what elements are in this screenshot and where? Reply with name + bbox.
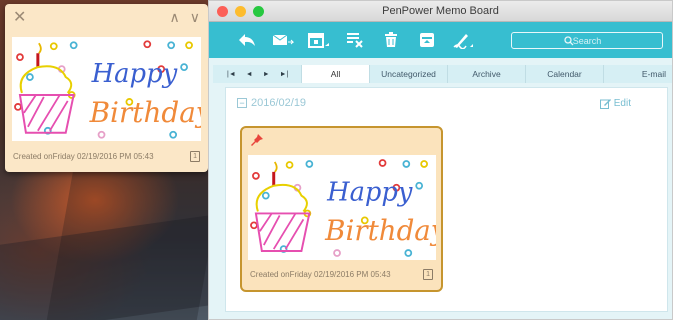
window-title: PenPower Memo Board bbox=[382, 5, 499, 17]
mail-send-icon bbox=[272, 34, 294, 45]
prev-page-icon[interactable]: ◄ bbox=[246, 71, 253, 78]
trash-icon bbox=[385, 32, 397, 47]
calendar-icon bbox=[308, 33, 329, 48]
clear-format-button[interactable] bbox=[337, 27, 373, 53]
birthday-drawing: Happy Birthday! bbox=[14, 40, 201, 139]
archive-box-icon bbox=[420, 33, 434, 47]
memo-panel: − 2016/02/19 Edit Happy Birthda Created … bbox=[225, 87, 668, 312]
tab-archive[interactable]: Archive bbox=[447, 65, 525, 83]
mountain-face bbox=[46, 170, 224, 320]
birthday-drawing: Happy Birthday! bbox=[250, 159, 436, 257]
memo-created-label: Created onFriday 02/19/2016 PM 05:43 bbox=[250, 270, 391, 279]
pin-icon[interactable] bbox=[251, 134, 263, 146]
pen-icon bbox=[453, 34, 473, 49]
group-date: 2016/02/19 bbox=[251, 97, 307, 109]
back-button[interactable] bbox=[229, 27, 265, 53]
floating-memo-titlebar[interactable]: ✕ ∧ ∨ bbox=[5, 4, 208, 30]
last-page-icon[interactable]: ►| bbox=[280, 71, 289, 78]
collapse-icon[interactable]: ∧ bbox=[170, 9, 180, 26]
main-window: PenPower Memo Board |◄ ◄ bbox=[208, 0, 673, 320]
toolbar bbox=[209, 22, 672, 58]
archive-button[interactable] bbox=[409, 27, 445, 53]
memo-drawing[interactable]: Happy Birthday! bbox=[12, 37, 201, 141]
tab-uncategorized[interactable]: Uncategorized bbox=[369, 65, 447, 83]
svg-text:Birthday!: Birthday! bbox=[324, 214, 436, 247]
delete-button[interactable] bbox=[373, 27, 409, 53]
collapse-group-button[interactable]: − bbox=[237, 98, 247, 108]
reply-arrow-icon bbox=[239, 34, 255, 46]
edit-icon bbox=[599, 99, 611, 109]
edit-button[interactable]: Edit bbox=[599, 98, 631, 109]
list-clear-icon bbox=[347, 33, 363, 48]
calendar-button[interactable] bbox=[301, 27, 337, 53]
pen-button[interactable] bbox=[445, 27, 481, 53]
search-input[interactable] bbox=[511, 32, 663, 49]
page-count-badge: 1 bbox=[423, 269, 433, 280]
edit-label: Edit bbox=[613, 98, 631, 109]
send-mail-button[interactable] bbox=[265, 27, 301, 53]
memo-card[interactable]: Happy Birthday! Created onFriday 02/19/2… bbox=[240, 126, 443, 292]
svg-text:Birthday!: Birthday! bbox=[89, 96, 201, 129]
content-area: |◄ ◄ ► ►| All Uncategorized Archive Cale… bbox=[209, 58, 672, 319]
date-group-header: − 2016/02/19 bbox=[237, 97, 306, 109]
svg-text:Happy: Happy bbox=[326, 178, 413, 208]
floating-memo[interactable]: ✕ ∧ ∨ Happy Birthda Created onFriday 02/… bbox=[5, 4, 208, 172]
memo-drawing[interactable]: Happy Birthday! bbox=[248, 155, 436, 260]
window-titlebar[interactable]: PenPower Memo Board bbox=[209, 1, 672, 22]
search-icon bbox=[564, 36, 574, 46]
expand-icon[interactable]: ∨ bbox=[190, 9, 200, 26]
page-count-badge: 1 bbox=[190, 151, 200, 162]
category-tabs: |◄ ◄ ► ►| All Uncategorized Archive Cale… bbox=[213, 65, 672, 83]
close-icon[interactable]: ✕ bbox=[13, 7, 26, 27]
tab-calendar[interactable]: Calendar bbox=[525, 65, 603, 83]
tab-all[interactable]: All bbox=[301, 65, 369, 83]
first-page-icon[interactable]: |◄ bbox=[227, 71, 236, 78]
pager-controls: |◄ ◄ ► ►| bbox=[213, 65, 301, 83]
memo-created-label: Created onFriday 02/19/2016 PM 05:43 bbox=[13, 152, 154, 161]
svg-text:Happy: Happy bbox=[91, 59, 178, 89]
tab-email[interactable]: E-mail bbox=[603, 65, 672, 83]
next-page-icon[interactable]: ► bbox=[263, 71, 270, 78]
